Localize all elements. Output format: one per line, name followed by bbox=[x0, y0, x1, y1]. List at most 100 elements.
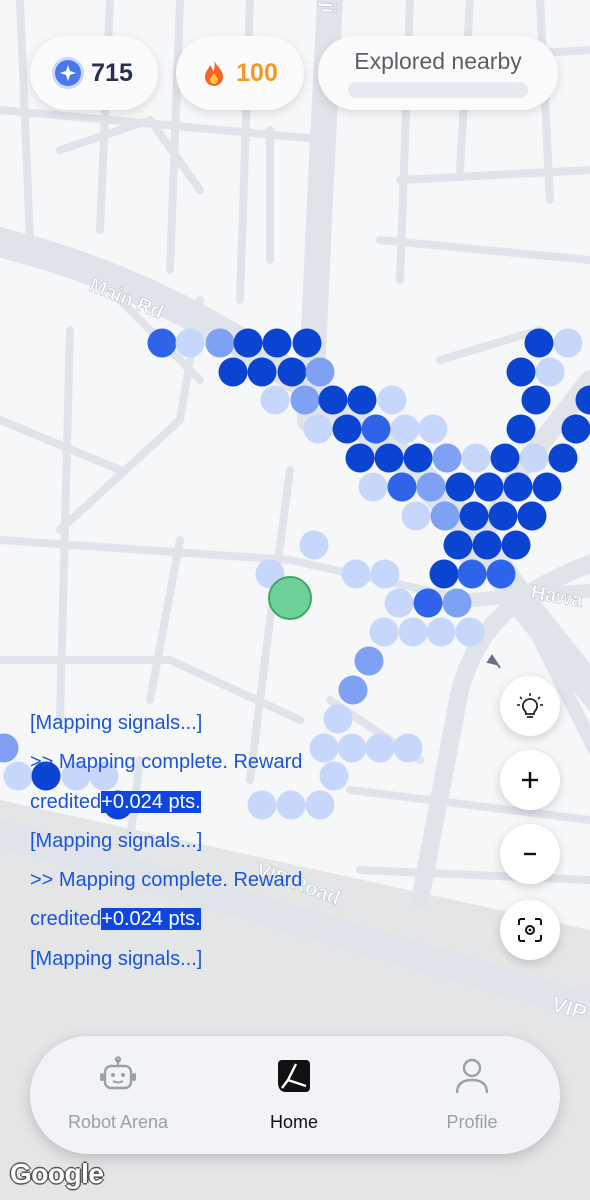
reward-amount: +0.024 pts. bbox=[101, 908, 201, 931]
signal-dot bbox=[553, 328, 583, 358]
google-attribution: Google bbox=[10, 1158, 104, 1189]
signal-dot bbox=[377, 385, 407, 415]
log-line: [Mapping signals...] bbox=[30, 822, 360, 861]
signal-dot bbox=[461, 443, 491, 473]
zoom-in-button[interactable] bbox=[500, 750, 560, 810]
nav-profile[interactable]: Profile bbox=[397, 1036, 547, 1154]
signal-dot bbox=[517, 501, 547, 531]
signal-dot bbox=[430, 501, 460, 531]
signal-dot bbox=[548, 443, 578, 473]
explored-nearby-panel[interactable]: Explored nearby bbox=[318, 36, 558, 110]
reward-amount: +0.024 pts. bbox=[101, 790, 201, 813]
log-text: [Mapping signals...] bbox=[30, 712, 203, 734]
signal-dot bbox=[3, 761, 33, 791]
signal-dot bbox=[519, 443, 549, 473]
zoom-out-button[interactable] bbox=[500, 824, 560, 884]
signal-dot bbox=[490, 443, 520, 473]
log-text: credited bbox=[30, 790, 102, 813]
log-line: >> Mapping complete. Reward bbox=[30, 743, 360, 782]
signal-dot bbox=[443, 530, 473, 560]
signal-dot bbox=[416, 472, 446, 502]
log-text: >> Mapping complete. Reward bbox=[30, 751, 303, 774]
log-text: [Mapping signals...] bbox=[30, 829, 203, 852]
log-line: credited+0.024 pts. bbox=[30, 900, 360, 939]
blue-diamond-gem-icon bbox=[55, 60, 82, 86]
signal-dot bbox=[358, 472, 388, 502]
robot-icon bbox=[100, 1056, 136, 1090]
log-text: credited bbox=[30, 908, 102, 931]
streak-counter[interactable]: 100 bbox=[176, 36, 304, 110]
signal-dot bbox=[426, 617, 456, 647]
fire-icon bbox=[205, 60, 224, 86]
signal-dot bbox=[374, 443, 404, 473]
signal-dot bbox=[354, 646, 384, 676]
explored-nearby-label: Explored nearby bbox=[354, 48, 522, 74]
locate-button[interactable] bbox=[500, 900, 560, 960]
explored-progress-bar bbox=[348, 82, 528, 98]
signal-dot bbox=[488, 501, 518, 531]
signal-dot bbox=[332, 414, 362, 444]
signal-dot bbox=[506, 357, 536, 387]
gems-value: 715 bbox=[91, 58, 133, 87]
log-text: [Mapping signals...] bbox=[30, 947, 203, 970]
signal-dot bbox=[262, 328, 292, 358]
home-map-icon bbox=[278, 1060, 310, 1092]
streak-value: 100 bbox=[236, 58, 278, 87]
signal-dot bbox=[369, 617, 399, 647]
signal-dot bbox=[218, 357, 248, 387]
signal-dot bbox=[341, 559, 371, 589]
signal-dot bbox=[303, 414, 333, 444]
map-canvas[interactable]: Main Rd VIP Road Hawa VIP ji bbox=[0, 0, 590, 1200]
log-line: credited+0.024 pts. bbox=[30, 783, 360, 822]
signal-dot bbox=[384, 588, 414, 618]
signal-dot bbox=[486, 559, 516, 589]
locate-crosshair-icon bbox=[518, 918, 542, 942]
signal-dot bbox=[299, 530, 329, 560]
signal-dot bbox=[318, 385, 348, 415]
signal-dot bbox=[445, 472, 475, 502]
signal-dot bbox=[506, 414, 536, 444]
gems-counter[interactable]: 715 bbox=[30, 36, 158, 110]
nav-label-home: Home bbox=[269, 1112, 318, 1132]
person-icon bbox=[455, 1058, 489, 1094]
signal-dot bbox=[432, 443, 462, 473]
hint-button[interactable] bbox=[500, 676, 560, 736]
signal-dot bbox=[503, 472, 533, 502]
signal-dot bbox=[361, 414, 391, 444]
signal-dot bbox=[233, 328, 263, 358]
signal-dot bbox=[290, 385, 320, 415]
nav-label-profile: Profile bbox=[446, 1112, 498, 1132]
signal-dot bbox=[345, 443, 375, 473]
signal-dot bbox=[457, 559, 487, 589]
signal-dot bbox=[501, 530, 531, 560]
signal-dot bbox=[387, 472, 417, 502]
signal-dot bbox=[472, 530, 502, 560]
signal-dot bbox=[455, 617, 485, 647]
road-label-north: ji bbox=[317, 1, 339, 14]
minus-icon bbox=[524, 852, 536, 856]
mapping-log: [Mapping signals...] >> Mapping complete… bbox=[30, 704, 360, 979]
signal-dot bbox=[401, 501, 431, 531]
signal-dot bbox=[524, 328, 554, 358]
user-location-marker[interactable] bbox=[268, 576, 312, 620]
signal-dot bbox=[459, 501, 489, 531]
signal-dot bbox=[521, 385, 551, 415]
signal-dot bbox=[403, 443, 433, 473]
signal-dot bbox=[418, 414, 448, 444]
signal-dot bbox=[442, 588, 472, 618]
signal-dot bbox=[429, 559, 459, 589]
signal-dot bbox=[561, 414, 590, 444]
signal-dot bbox=[535, 357, 565, 387]
signal-dot bbox=[398, 617, 428, 647]
signal-dot bbox=[393, 733, 423, 763]
log-line: [Mapping signals...] bbox=[30, 704, 360, 743]
nav-label-robot-arena: Robot Arena bbox=[67, 1112, 169, 1132]
signal-dot bbox=[292, 328, 322, 358]
signal-dot bbox=[247, 357, 277, 387]
nav-home[interactable]: Home bbox=[219, 1036, 369, 1154]
signal-dot bbox=[205, 328, 235, 358]
signal-dot bbox=[365, 733, 395, 763]
signal-dot bbox=[413, 588, 443, 618]
signal-dot bbox=[390, 414, 420, 444]
nav-robot-arena[interactable]: Robot Arena bbox=[43, 1036, 193, 1154]
